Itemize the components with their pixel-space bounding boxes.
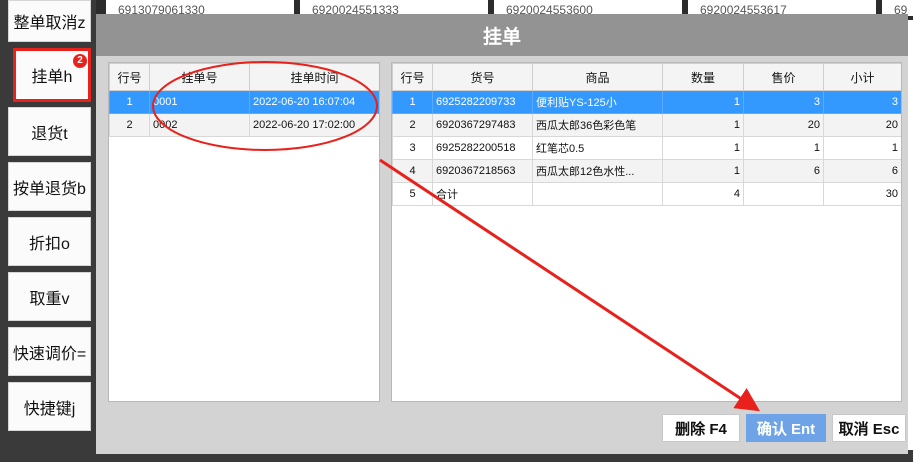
- cell-item-name: 西瓜太郎36色彩色笔: [532, 113, 663, 137]
- cell-item-name: 红笔芯0.5: [532, 136, 663, 160]
- column-header[interactable]: 挂单号: [149, 63, 250, 91]
- cell-item-name: 便利贴YS-125小: [532, 90, 663, 114]
- cell-price: 3: [743, 90, 824, 114]
- sidebar-weigh-button[interactable]: 取重v: [8, 272, 91, 321]
- column-header[interactable]: 挂单时间: [249, 63, 379, 91]
- cell-price: 20: [743, 113, 824, 137]
- cell-item-code: 6920367218563: [432, 159, 533, 183]
- cell-item-name: [532, 182, 663, 206]
- column-header[interactable]: 行号: [392, 63, 433, 91]
- sidebar: 整单取消z 挂单h 2 退货t 按单退货b 折扣o 取重v 快速调价= 快捷键j: [0, 0, 96, 462]
- column-header[interactable]: 售价: [743, 63, 824, 91]
- table-row[interactable]: 2 0002 2022-06-20 17:02:00: [109, 113, 379, 137]
- hold-order-dialog: 挂单 行号 挂单号 挂单时间 1 0001 2022-06-20 16:07:0…: [96, 14, 908, 454]
- table-header-row: 行号 挂单号 挂单时间: [109, 63, 379, 91]
- cell-order-id: 0001: [149, 90, 250, 114]
- column-header[interactable]: 数量: [662, 63, 744, 91]
- cell-total-quantity: 4: [662, 182, 744, 206]
- table-total-row[interactable]: 5 合计 4 30: [392, 182, 901, 206]
- sidebar-item-label: 挂单h: [31, 69, 73, 86]
- cell-quantity: 1: [662, 90, 744, 114]
- sidebar-item-label: 整单取消z: [13, 15, 86, 32]
- table-header-row: 行号 货号 商品 数量 售价 小计: [392, 63, 901, 91]
- column-header[interactable]: 行号: [109, 63, 150, 91]
- cancel-button[interactable]: 取消 Esc: [832, 414, 906, 442]
- background-right-edge: [908, 20, 913, 462]
- cell-row-number: 4: [392, 159, 433, 183]
- cell-order-time: 2022-06-20 17:02:00: [249, 113, 379, 137]
- cell-total-label: 合计: [432, 182, 533, 206]
- cell-quantity: 1: [662, 113, 744, 137]
- sidebar-cancel-order-button[interactable]: 整单取消z: [8, 0, 91, 42]
- cell-row-number: 1: [392, 90, 433, 114]
- confirm-button[interactable]: 确认 Ent: [746, 414, 826, 442]
- cell-price: 6: [743, 159, 824, 183]
- cell-row-number: 5: [392, 182, 433, 206]
- cell-item-code: 6925282200518: [432, 136, 533, 160]
- sidebar-item-label: 退货t: [31, 125, 68, 143]
- sidebar-shortcuts-button[interactable]: 快捷键j: [8, 382, 91, 431]
- order-items-panel: 行号 货号 商品 数量 售价 小计 1 6925282209733 便利贴YS-…: [391, 62, 902, 402]
- dialog-title: 挂单: [96, 14, 908, 56]
- cell-row-number: 2: [392, 113, 433, 137]
- cell-quantity: 1: [662, 159, 744, 183]
- cell-subtotal: 6: [823, 159, 901, 183]
- dialog-body: 行号 挂单号 挂单时间 1 0001 2022-06-20 16:07:04 2…: [96, 56, 908, 454]
- sidebar-discount-button[interactable]: 折扣o: [8, 217, 91, 266]
- table-row[interactable]: 4 6920367218563 西瓜太郎12色水性... 1 6 6: [392, 159, 901, 183]
- step-badge: 2: [73, 54, 87, 68]
- cell-subtotal: 20: [823, 113, 901, 137]
- table-row[interactable]: 1 0001 2022-06-20 16:07:04: [109, 90, 379, 114]
- held-orders-table: 行号 挂单号 挂单时间 1 0001 2022-06-20 16:07:04 2…: [109, 63, 379, 137]
- column-header[interactable]: 货号: [432, 63, 533, 91]
- sidebar-item-label: 取重v: [29, 290, 70, 308]
- cell-row-number: 1: [109, 90, 150, 114]
- delete-button[interactable]: 删除 F4: [662, 414, 740, 442]
- sidebar-quick-price-button[interactable]: 快速调价=: [8, 327, 91, 376]
- cell-quantity: 1: [662, 136, 744, 160]
- cell-total-amount: 30: [823, 182, 901, 206]
- cell-item-code: 6920367297483: [432, 113, 533, 137]
- sidebar-return-button[interactable]: 退货t: [8, 107, 91, 156]
- sidebar-hold-order-button[interactable]: 挂单h 2: [13, 48, 91, 102]
- held-orders-panel: 行号 挂单号 挂单时间 1 0001 2022-06-20 16:07:04 2…: [108, 62, 380, 402]
- cell-subtotal: 3: [823, 90, 901, 114]
- column-header[interactable]: 小计: [823, 63, 901, 91]
- column-header[interactable]: 商品: [532, 63, 663, 91]
- order-items-table: 行号 货号 商品 数量 售价 小计 1 6925282209733 便利贴YS-…: [392, 63, 901, 206]
- cell-price: 1: [743, 136, 824, 160]
- cell-row-number: 2: [109, 113, 150, 137]
- cell-item-code: 6925282209733: [432, 90, 533, 114]
- cell-price: [743, 182, 824, 206]
- table-row[interactable]: 3 6925282200518 红笔芯0.5 1 1 1: [392, 136, 901, 160]
- sidebar-item-label: 快捷键j: [23, 400, 76, 418]
- sidebar-item-label: 折扣o: [29, 235, 70, 253]
- sidebar-return-by-order-button[interactable]: 按单退货b: [8, 162, 91, 211]
- cell-order-time: 2022-06-20 16:07:04: [249, 90, 379, 114]
- cell-item-name: 西瓜太郎12色水性...: [532, 159, 663, 183]
- cell-row-number: 3: [392, 136, 433, 160]
- cell-subtotal: 1: [823, 136, 901, 160]
- table-row[interactable]: 2 6920367297483 西瓜太郎36色彩色笔 1 20 20: [392, 113, 901, 137]
- cell-order-id: 0002: [149, 113, 250, 137]
- table-row[interactable]: 1 6925282209733 便利贴YS-125小 1 3 3: [392, 90, 901, 114]
- sidebar-item-label: 按单退货b: [13, 180, 86, 198]
- sidebar-item-label: 快速调价=: [12, 345, 87, 363]
